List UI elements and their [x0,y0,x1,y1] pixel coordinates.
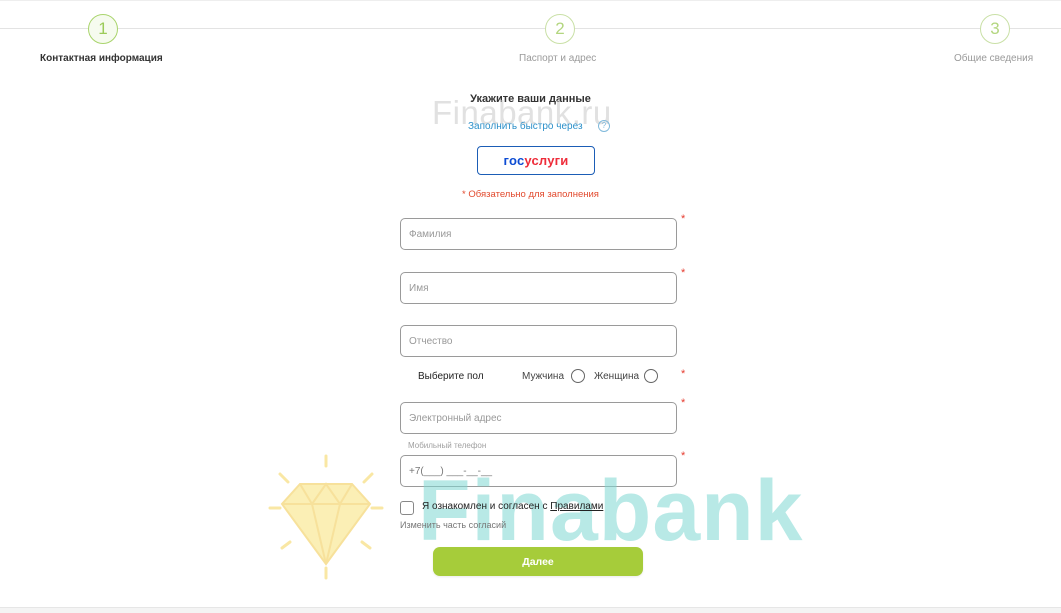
consent-text: Я ознакомлен и согласен с Правилами [422,501,603,512]
question-circle-icon[interactable]: ? [598,120,610,132]
form-heading: Укажите ваши данные [470,93,591,105]
rules-link[interactable]: Правилами [550,501,603,512]
required-note: * Обязательно для заполнения [462,189,599,200]
gosuslugi-logo-part2: услуги [524,153,569,168]
patronymic-input[interactable]: Отчество [400,325,677,357]
gender-male-radio[interactable] [571,369,585,383]
gender-female-radio[interactable] [644,369,658,383]
gosuslugi-button[interactable]: гос услуги [477,146,595,175]
step-1-circle: 1 [88,14,118,44]
step-3-circle: 3 [980,14,1010,44]
phone-label: Мобильный телефон [408,441,487,450]
step-2-label: Паспорт и адрес [519,53,597,64]
gender-label: Выберите пол [418,371,484,382]
step-1-label: Контактная информация [40,53,163,64]
change-consent-link[interactable]: Изменить часть согласий [400,520,506,530]
gender-male-label[interactable]: Мужчина [522,371,564,382]
consent-checkbox[interactable] [400,501,414,515]
step-2-circle: 2 [545,14,575,44]
name-required-star: * [681,267,686,279]
next-button[interactable]: Далее [433,547,643,576]
phone-input[interactable]: +7(___) ___-__-__ [400,455,677,487]
surname-input[interactable]: Фамилия [400,218,677,250]
quick-fill-link[interactable]: Заполнить быстро через [468,121,583,132]
gosuslugi-logo-part1: гос [503,153,525,168]
gender-required-star: * [681,368,686,380]
bottom-border [0,607,1061,613]
email-input[interactable]: Электронный адрес [400,402,677,434]
consent-text-main: Я ознакомлен и согласен с [422,501,548,512]
step-3-label: Общие сведения [954,53,1034,64]
name-input[interactable]: Имя [400,272,677,304]
stepper-line [0,28,1061,29]
phone-required-star: * [681,450,686,462]
gender-female-label[interactable]: Женщина [594,371,639,382]
email-required-star: * [681,397,686,409]
surname-required-star: * [681,213,686,225]
diamond-logo-icon [268,454,384,580]
top-border [0,0,1061,1]
